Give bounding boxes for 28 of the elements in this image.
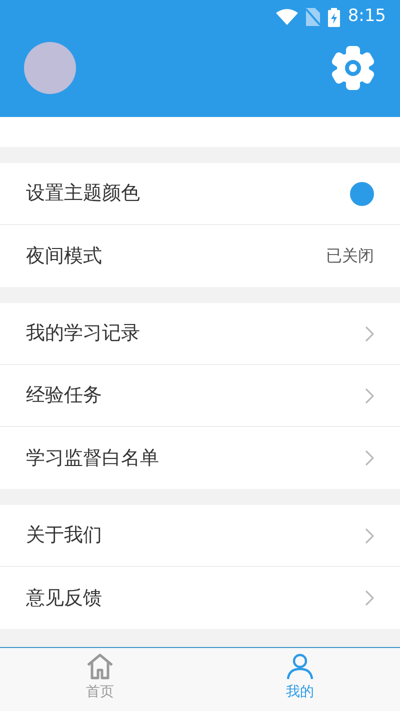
chevron-icon bbox=[365, 388, 374, 404]
row-label: 夜间模式 bbox=[26, 244, 102, 269]
row-label: 经验任务 bbox=[26, 383, 102, 408]
avatar[interactable] bbox=[24, 42, 76, 94]
battery-icon bbox=[328, 8, 340, 26]
row-value: 已关闭 bbox=[326, 245, 374, 267]
settings-row[interactable]: 经验任务 bbox=[0, 365, 400, 427]
row-label: 设置主题颜色 bbox=[26, 181, 140, 206]
row-label: 我的学习记录 bbox=[26, 321, 140, 346]
home-icon bbox=[85, 652, 115, 682]
row-label: 关于我们 bbox=[26, 523, 102, 548]
settings-row[interactable]: 我的学习记录 bbox=[0, 303, 400, 365]
settings-row[interactable]: 夜间模式 已关闭 bbox=[0, 225, 400, 287]
no-sim-icon bbox=[306, 8, 320, 26]
row-label: 学习监督白名单 bbox=[26, 446, 159, 471]
settings-row[interactable]: 学习监督白名单 bbox=[0, 427, 400, 489]
settings-row[interactable]: 意见反馈 bbox=[0, 567, 400, 629]
row-label: 意见反馈 bbox=[26, 586, 102, 611]
settings-row[interactable]: 设置主题颜色 bbox=[0, 163, 400, 225]
chevron-icon bbox=[365, 450, 374, 466]
chevron-icon bbox=[365, 326, 374, 342]
wifi-icon bbox=[276, 9, 298, 25]
person-icon bbox=[285, 652, 315, 682]
chevron-icon bbox=[365, 528, 374, 544]
settings-icon[interactable] bbox=[330, 45, 376, 91]
settings-row[interactable]: 关于我们 bbox=[0, 505, 400, 567]
chevron-icon bbox=[365, 590, 374, 606]
status-time: 8:15 bbox=[348, 5, 386, 28]
